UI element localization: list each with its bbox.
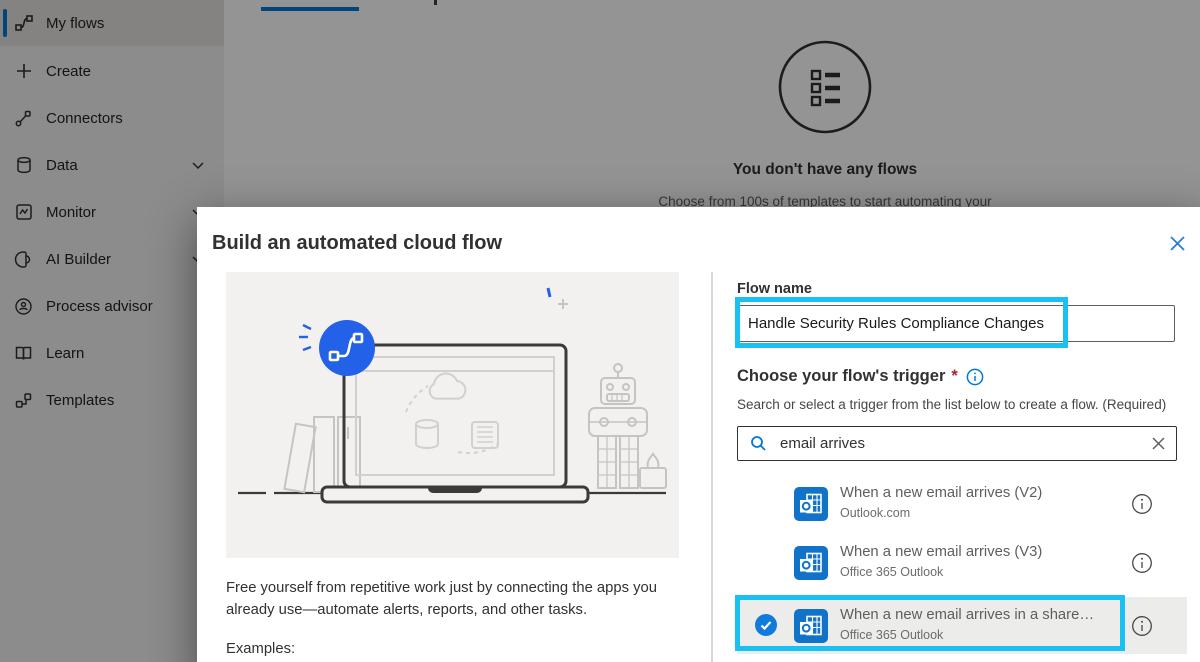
trigger-service: Outlook.com <box>840 506 910 520</box>
trigger-option-email-shared-mailbox[interactable]: When a new email arrives in a share… Off… <box>737 597 1187 654</box>
info-icon[interactable] <box>1131 552 1153 574</box>
trigger-option-email-v2[interactable]: When a new email arrives (V2) Outlook.co… <box>737 475 1187 534</box>
close-icon[interactable] <box>1163 229 1191 257</box>
trigger-title: When a new email arrives in a share… <box>840 607 1140 623</box>
power-automate-screen: My flows Create Connectors Data <box>0 0 1200 662</box>
build-automated-flow-dialog: Build an automated cloud flow <box>197 207 1200 662</box>
flow-name-label: Flow name <box>737 281 812 297</box>
info-icon[interactable] <box>1131 615 1153 637</box>
trigger-search-box <box>737 426 1177 461</box>
outlook-com-icon <box>794 487 828 521</box>
dialog-title: Build an automated cloud flow <box>212 232 502 255</box>
info-icon[interactable] <box>1131 493 1153 515</box>
trigger-title: When a new email arrives (V2) <box>840 485 1140 501</box>
clear-search-icon[interactable] <box>1151 436 1166 451</box>
flow-name-input[interactable] <box>737 305 1175 342</box>
trigger-help-text: Search or select a trigger from the list… <box>737 397 1166 412</box>
trigger-title: When a new email arrives (V3) <box>840 544 1140 560</box>
office365-outlook-icon <box>794 546 828 580</box>
trigger-section-heading: Choose your flow's trigger * <box>737 367 984 386</box>
info-icon[interactable] <box>966 368 984 386</box>
automation-illustration <box>226 272 679 558</box>
trigger-option-email-v3[interactable]: When a new email arrives (V3) Office 365… <box>737 534 1187 593</box>
dialog-description: Free yourself from repetitive work just … <box>226 578 674 621</box>
search-icon <box>750 435 767 452</box>
trigger-service: Office 365 Outlook <box>840 628 943 642</box>
selected-check-icon <box>755 614 777 636</box>
office365-outlook-icon <box>794 609 828 643</box>
column-divider <box>711 272 713 662</box>
required-asterisk: * <box>951 367 957 386</box>
search-input[interactable] <box>780 428 1130 458</box>
trigger-service: Office 365 Outlook <box>840 565 943 579</box>
examples-label: Examples: <box>226 641 295 657</box>
trigger-label: Choose your flow's trigger <box>737 367 945 386</box>
